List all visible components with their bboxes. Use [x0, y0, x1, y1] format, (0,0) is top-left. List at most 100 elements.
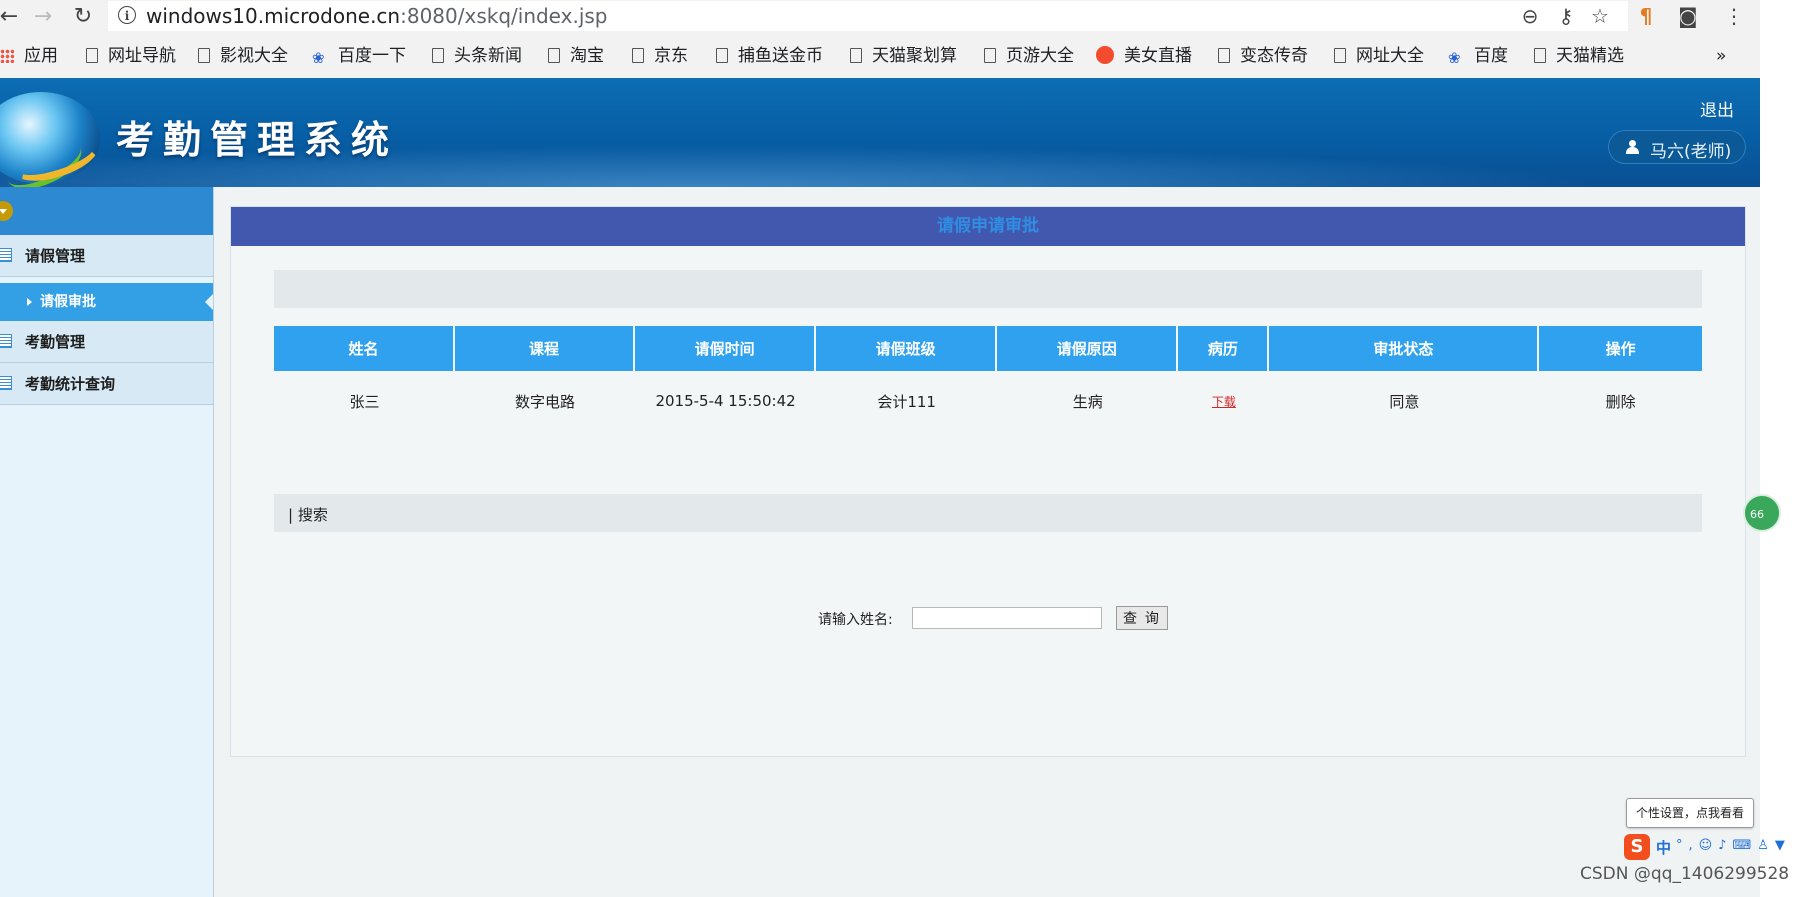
page-icon: [850, 48, 862, 63]
bookmarks-more[interactable]: »: [1716, 46, 1726, 66]
bookmark-item[interactable]: 影视大全: [198, 46, 288, 66]
search-section-label: | 搜索: [288, 506, 328, 524]
list-icon: [0, 334, 12, 348]
bookmark-item[interactable]: 美女直播: [1096, 46, 1192, 66]
extension-icon[interactable]: ¶: [1634, 4, 1658, 28]
column-header[interactable]: 请假班级: [816, 326, 998, 371]
sidebar-subitem-label: 请假审批: [40, 294, 96, 310]
panel-title: 请假申请审批: [937, 216, 1039, 236]
name-field-label: 请输入姓名:: [818, 612, 893, 628]
ime-tool-icons[interactable]: °,☺♪⌨♙▼: [1676, 838, 1791, 853]
bookmark-item[interactable]: 天猫精选: [1534, 46, 1624, 66]
bookmark-item[interactable]: 变态传奇: [1218, 46, 1308, 66]
bookmark-item[interactable]: 京东: [632, 46, 688, 66]
desktop-margin: [1760, 0, 1810, 897]
cell-medical-record: 下载: [1178, 371, 1269, 431]
bookmark-item[interactable]: ❀ 百度: [1448, 46, 1508, 67]
bookmark-label: 网址导航: [108, 46, 176, 66]
incognito-icon[interactable]: ◙: [1676, 4, 1700, 28]
sidebar-subitem-leave-approval[interactable]: 请假审批: [0, 283, 213, 321]
bookmark-label: 淘宝: [570, 46, 604, 66]
search-row: 请输入姓名: 查 询: [231, 601, 1745, 631]
bookmark-label: 头条新闻: [454, 46, 522, 66]
page-icon: [1334, 48, 1346, 63]
system-title: 考勤管理系统: [116, 118, 399, 162]
column-header[interactable]: 病历: [1178, 326, 1270, 371]
bookmark-item[interactable]: 头条新闻: [432, 46, 522, 66]
bookmark-item[interactable]: 天猫聚划算: [850, 46, 957, 66]
reload-icon[interactable]: ↻: [70, 4, 96, 30]
logout-link[interactable]: 退出: [1700, 96, 1734, 121]
cell-reason: 生病: [1072, 392, 1103, 411]
sidebar-item-label: 请假管理: [25, 247, 86, 265]
bookmark-item[interactable]: 网址大全: [1334, 46, 1424, 66]
url-path: :8080/xskq/index.jsp: [400, 4, 608, 28]
key-icon[interactable]: ⚷: [1553, 4, 1579, 28]
baidu-paw-icon: ❀: [1448, 49, 1461, 67]
query-button[interactable]: 查 询: [1116, 606, 1168, 630]
bookmark-item[interactable]: 网址导航: [86, 46, 176, 66]
bookmark-item[interactable]: 页游大全: [984, 46, 1074, 66]
ime-mode[interactable]: 中: [1656, 837, 1671, 858]
table-row: 张三 数字电路 2015-5-4 15:50:42 会计111 生病 下载 同意…: [274, 371, 1702, 431]
toolbar-strip: [274, 270, 1702, 308]
user-badge[interactable]: 马六(老师): [1608, 130, 1746, 164]
sidebar-item-attendance-management[interactable]: 考勤管理: [0, 321, 213, 363]
forward-icon[interactable]: →: [30, 4, 56, 30]
apps-icon: [0, 49, 14, 63]
bookmark-label: 网址大全: [1356, 46, 1424, 66]
zoom-icon[interactable]: ⊖: [1518, 4, 1542, 28]
bookmark-label: 百度: [1474, 46, 1508, 66]
bookmark-item[interactable]: ❀ 百度一下: [312, 46, 406, 67]
download-link[interactable]: 下载: [1212, 395, 1236, 409]
menu-icon[interactable]: ⋮: [1724, 4, 1744, 28]
delete-action[interactable]: 删除: [1539, 371, 1702, 431]
name-search-input[interactable]: [912, 607, 1102, 629]
bookmark-label: 京东: [654, 46, 688, 66]
user-icon: [1626, 140, 1639, 154]
column-header[interactable]: 请假原因: [997, 326, 1179, 371]
star-icon[interactable]: ☆: [1588, 4, 1612, 28]
cell-status: 同意: [1389, 392, 1420, 411]
bookmarks-bar: 应用 网址导航 影视大全 ❀ 百度一下 头条新闻 淘宝 京东 捕鱼送金币 天猫聚划…: [0, 34, 1760, 78]
bookmark-label: 百度一下: [338, 46, 406, 66]
info-icon[interactable]: i: [118, 6, 136, 24]
column-header[interactable]: 姓名: [274, 326, 456, 371]
sidebar-header: [0, 187, 213, 235]
column-header[interactable]: 操作: [1539, 326, 1702, 371]
bookmark-apps[interactable]: 应用: [0, 46, 58, 66]
bookmark-label: 天猫精选: [1556, 46, 1624, 66]
column-header[interactable]: 课程: [455, 326, 636, 371]
sidebar-item-attendance-stats[interactable]: 考勤统计查询: [0, 363, 213, 405]
column-header[interactable]: 审批状态: [1269, 326, 1540, 371]
cell-course: 数字电路: [515, 392, 576, 411]
column-header[interactable]: 请假时间: [635, 326, 817, 371]
search-section-bar: | 搜索: [274, 494, 1702, 532]
floating-widget[interactable]: 66: [1743, 494, 1781, 532]
table-header-row: 姓名 课程 请假时间 请假班级 请假原因 病历 审批状态 操作: [274, 326, 1702, 371]
list-icon: [0, 248, 12, 262]
url-text[interactable]: windows10.microdone.cn:8080/xskq/index.j…: [146, 4, 608, 28]
sidebar-item-leave-management[interactable]: 请假管理: [0, 235, 213, 277]
bookmark-item[interactable]: 淘宝: [548, 46, 604, 66]
list-icon: [0, 376, 12, 390]
collapse-toggle-icon[interactable]: [0, 201, 13, 221]
cell-class: 会计111: [877, 392, 936, 411]
sogou-logo-icon[interactable]: S: [1624, 834, 1650, 860]
cell-leave-time: 2015-5-4 15:50:42: [655, 392, 796, 410]
browser-toolbar: ← → ↻ i windows10.microdone.cn:8080/xskq…: [0, 0, 1810, 34]
bookmark-label: 天猫聚划算: [872, 46, 957, 66]
ime-toolbar[interactable]: S 中 °,☺♪⌨♙▼: [1624, 834, 1810, 860]
back-icon[interactable]: ←: [0, 4, 22, 30]
leave-table: 姓名 课程 请假时间 请假班级 请假原因 病历 审批状态 操作 张三 数字电路 …: [274, 326, 1702, 431]
browser-chrome: ← → ↻ i windows10.microdone.cn:8080/xskq…: [0, 0, 1810, 78]
page-icon: [632, 48, 644, 63]
page-icon: [716, 48, 728, 63]
page-icon: [1534, 48, 1546, 63]
bookmark-item[interactable]: 捕鱼送金币: [716, 46, 823, 66]
url-host: windows10.microdone.cn: [146, 4, 401, 28]
ime-tooltip: 个性设置，点我看看: [1626, 798, 1754, 828]
bookmark-label: 应用: [24, 46, 58, 66]
header-banner: 考勤管理系统 退出 马六(老师): [0, 78, 1760, 187]
user-name: 马六(老师): [1650, 142, 1732, 162]
